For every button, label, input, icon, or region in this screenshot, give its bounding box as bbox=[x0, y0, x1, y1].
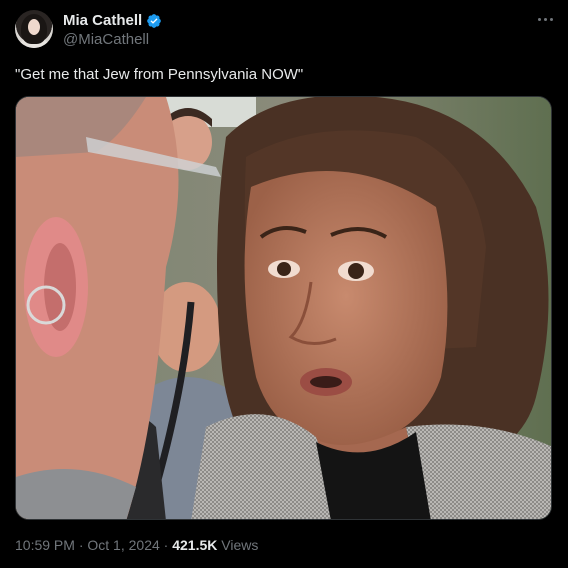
more-options-icon[interactable] bbox=[535, 12, 555, 26]
meta-separator: · bbox=[163, 537, 169, 553]
author-name-row: Mia Cathell bbox=[63, 12, 162, 29]
tweet-media-image[interactable] bbox=[15, 96, 552, 520]
tweet-meta: 10:59 PM · Oct 1, 2024 · 421.5K Views bbox=[15, 537, 258, 553]
tweet: Mia Cathell @MiaCathell "Get me that Jew… bbox=[0, 0, 568, 568]
tweet-date[interactable]: Oct 1, 2024 bbox=[87, 537, 159, 553]
avatar[interactable] bbox=[15, 10, 53, 48]
tweet-time[interactable]: 10:59 PM bbox=[15, 537, 75, 553]
meta-separator: · bbox=[78, 537, 84, 553]
tweet-text: "Get me that Jew from Pennsylvania NOW" bbox=[15, 66, 304, 83]
author-display-name[interactable]: Mia Cathell bbox=[63, 12, 142, 29]
author-handle[interactable]: @MiaCathell bbox=[63, 31, 149, 48]
views-count: 421.5K bbox=[172, 537, 218, 553]
views-label: Views bbox=[221, 537, 259, 553]
verified-badge-icon bbox=[146, 13, 162, 29]
